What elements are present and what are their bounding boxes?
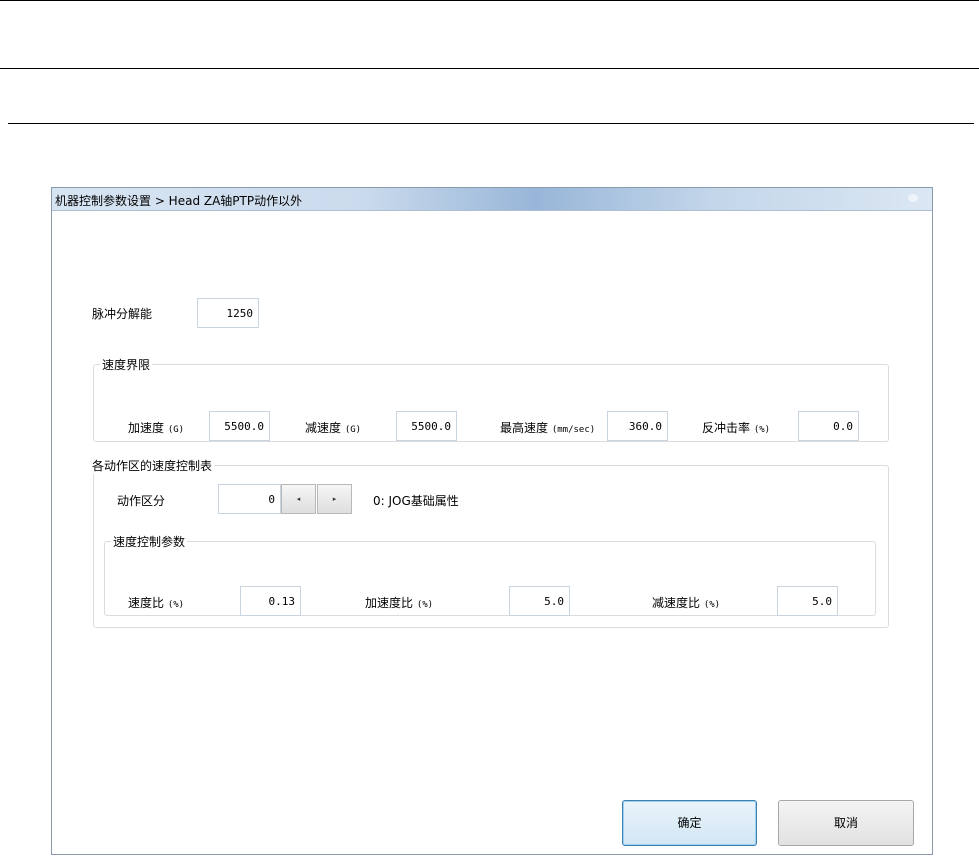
top-rule (0, 0, 979, 1)
dialog-body: 脉冲分解能 1250 速度界限 加速度 (G) 5500.0 减速度 (G) 5… (52, 211, 932, 854)
settings-dialog: 机器控制参数设置 > Head ZA轴PTP动作以外 脉冲分解能 1250 速度… (51, 187, 933, 855)
ok-button[interactable]: 确定 (622, 800, 757, 846)
jerk-label: 反冲击率 (%) (702, 421, 771, 435)
zone-prev-button[interactable]: ◂ (281, 484, 316, 514)
decel-ratio-input[interactable]: 5.0 (777, 586, 838, 616)
jerk-input[interactable]: 0.0 (798, 411, 859, 441)
jerk-unit: (%) (753, 425, 771, 435)
decel-ratio-label: 减速度比 (%) (652, 596, 721, 610)
pulse-resolution-input[interactable]: 1250 (197, 298, 259, 328)
cancel-button[interactable]: 取消 (778, 800, 914, 846)
accel-label: 加速度 (G) (128, 421, 185, 435)
zone-input[interactable]: 0 (218, 484, 281, 514)
title-bar[interactable]: 机器控制参数设置 > Head ZA轴PTP动作以外 (52, 188, 932, 211)
decel-label: 减速度 (G) (305, 421, 362, 435)
divider-rule-1 (0, 68, 979, 69)
max-speed-input[interactable]: 360.0 (607, 411, 668, 441)
chevron-left-icon: ◂ (296, 495, 301, 503)
accel-unit: (G) (167, 425, 185, 435)
max-speed-label: 最高速度 (mm/sec) (500, 421, 596, 435)
accel-input[interactable]: 5500.0 (209, 411, 270, 441)
chevron-right-icon: ▸ (332, 495, 337, 503)
title-glint-icon (908, 194, 918, 202)
speed-limit-caption: 速度界限 (100, 356, 153, 373)
window-title: 机器控制参数设置 > Head ZA轴PTP动作以外 (55, 194, 303, 208)
speed-ratio-input[interactable]: 0.13 (240, 586, 301, 616)
speed-ratio-label: 速度比 (%) (128, 596, 185, 610)
speed-ratio-unit: (%) (167, 600, 185, 610)
max-speed-unit: (mm/sec) (551, 425, 596, 435)
accel-ratio-unit: (%) (416, 600, 434, 610)
decel-input[interactable]: 5500.0 (396, 411, 457, 441)
decel-ratio-unit: (%) (703, 600, 721, 610)
accel-ratio-label: 加速度比 (%) (365, 596, 434, 610)
zone-table-caption: 各动作区的速度控制表 (90, 457, 215, 474)
divider-rule-2 (8, 123, 974, 124)
zone-label: 动作区分 (117, 494, 166, 508)
decel-unit: (G) (344, 425, 362, 435)
accel-ratio-input[interactable]: 5.0 (509, 586, 570, 616)
speed-params-caption: 速度控制参数 (111, 533, 188, 550)
pulse-resolution-label: 脉冲分解能 (92, 307, 153, 321)
zone-next-button[interactable]: ▸ (317, 484, 352, 514)
zone-description: 0: JOG基础属性 (373, 494, 459, 508)
speed-params-group: 速度控制参数 (104, 533, 876, 616)
